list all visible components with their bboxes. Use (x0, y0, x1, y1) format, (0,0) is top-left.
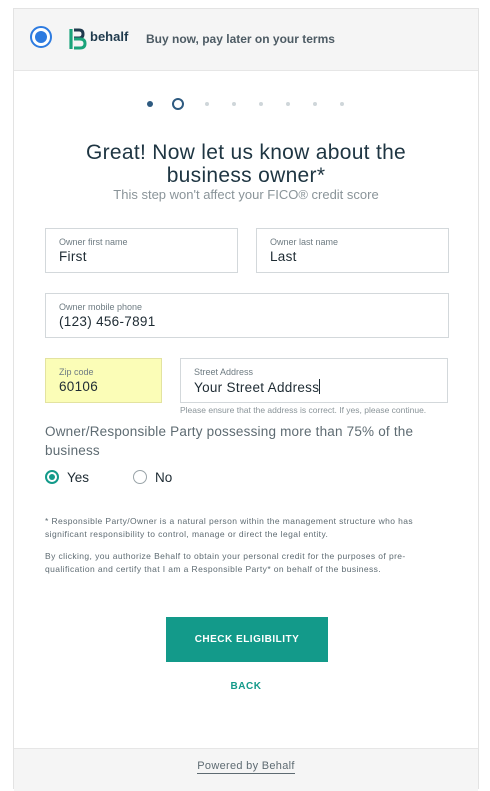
step-dot-2-current (172, 98, 184, 110)
powered-by-link[interactable]: Powered by Behalf (197, 760, 295, 774)
powered-by: Powered by Behalf (14, 760, 478, 774)
radio-selected-dot (35, 31, 47, 43)
form-frame: behalf Buy now, pay later on your terms … (13, 8, 479, 791)
check-eligibility-button[interactable]: CHECK ELIGIBILITY (166, 617, 328, 662)
street-address-text: Your Street Address (194, 380, 320, 395)
mobile-phone-label: Owner mobile phone (59, 302, 143, 312)
street-address-value[interactable]: Your Street Address (194, 379, 321, 395)
header-bar: behalf Buy now, pay later on your terms (14, 9, 478, 71)
step-dot-1 (147, 101, 153, 107)
step-dot-6 (286, 102, 290, 106)
page-title-line2: business owner* (166, 164, 326, 187)
no-label: No (155, 470, 173, 485)
zip-code-value[interactable]: 60106 (59, 379, 98, 394)
responsible-party-footnote: * Responsible Party/Owner is a natural p… (45, 516, 414, 539)
behalf-logo-icon (69, 28, 87, 50)
mobile-phone-field[interactable]: Owner mobile phone (123) 456-7891 (45, 293, 449, 338)
first-name-field[interactable]: Owner first name First (45, 228, 238, 273)
street-address-field[interactable]: Street Address Your Street Address (180, 358, 448, 403)
street-address-label: Street Address (194, 367, 254, 377)
back-link[interactable]: BACK (14, 681, 478, 692)
step-dot-4 (232, 102, 236, 106)
yes-radio[interactable] (45, 470, 59, 484)
option-yes[interactable]: Yes (45, 470, 105, 486)
ownership-question: Owner/Responsible Party possessing more … (45, 424, 414, 458)
footer-bar: Powered by Behalf (14, 748, 478, 791)
zip-code-field[interactable]: Zip code 60106 (45, 358, 162, 403)
yes-radio-dot (49, 474, 55, 480)
last-name-label: Owner last name (270, 237, 339, 247)
first-name-value[interactable]: First (59, 249, 87, 264)
mobile-phone-value[interactable]: (123) 456-7891 (59, 314, 156, 329)
consent-text: By clicking, you authorize Behalf to obt… (45, 551, 406, 574)
payment-option-radio[interactable] (30, 26, 52, 48)
last-name-value[interactable]: Last (270, 249, 297, 264)
step-dot-8 (340, 102, 344, 106)
address-hint: Please ensure that the address is correc… (180, 405, 427, 415)
zip-code-label: Zip code (59, 367, 94, 377)
last-name-field[interactable]: Owner last name Last (256, 228, 449, 273)
yes-label: Yes (67, 470, 90, 485)
first-name-label: Owner first name (59, 237, 128, 247)
brand-name: behalf (90, 29, 129, 44)
step-dot-5 (259, 102, 263, 106)
step-dot-7 (313, 102, 317, 106)
header-tagline: Buy now, pay later on your terms (146, 32, 335, 46)
page-title-line1: Great! Now let us know about the (85, 141, 407, 164)
option-no[interactable]: No (133, 470, 193, 486)
progress-steps (14, 97, 478, 111)
step-dot-3 (205, 102, 209, 106)
no-radio[interactable] (133, 470, 147, 484)
page-subtitle: This step won't affect your FICO® credit… (113, 187, 379, 202)
text-caret (319, 379, 321, 394)
